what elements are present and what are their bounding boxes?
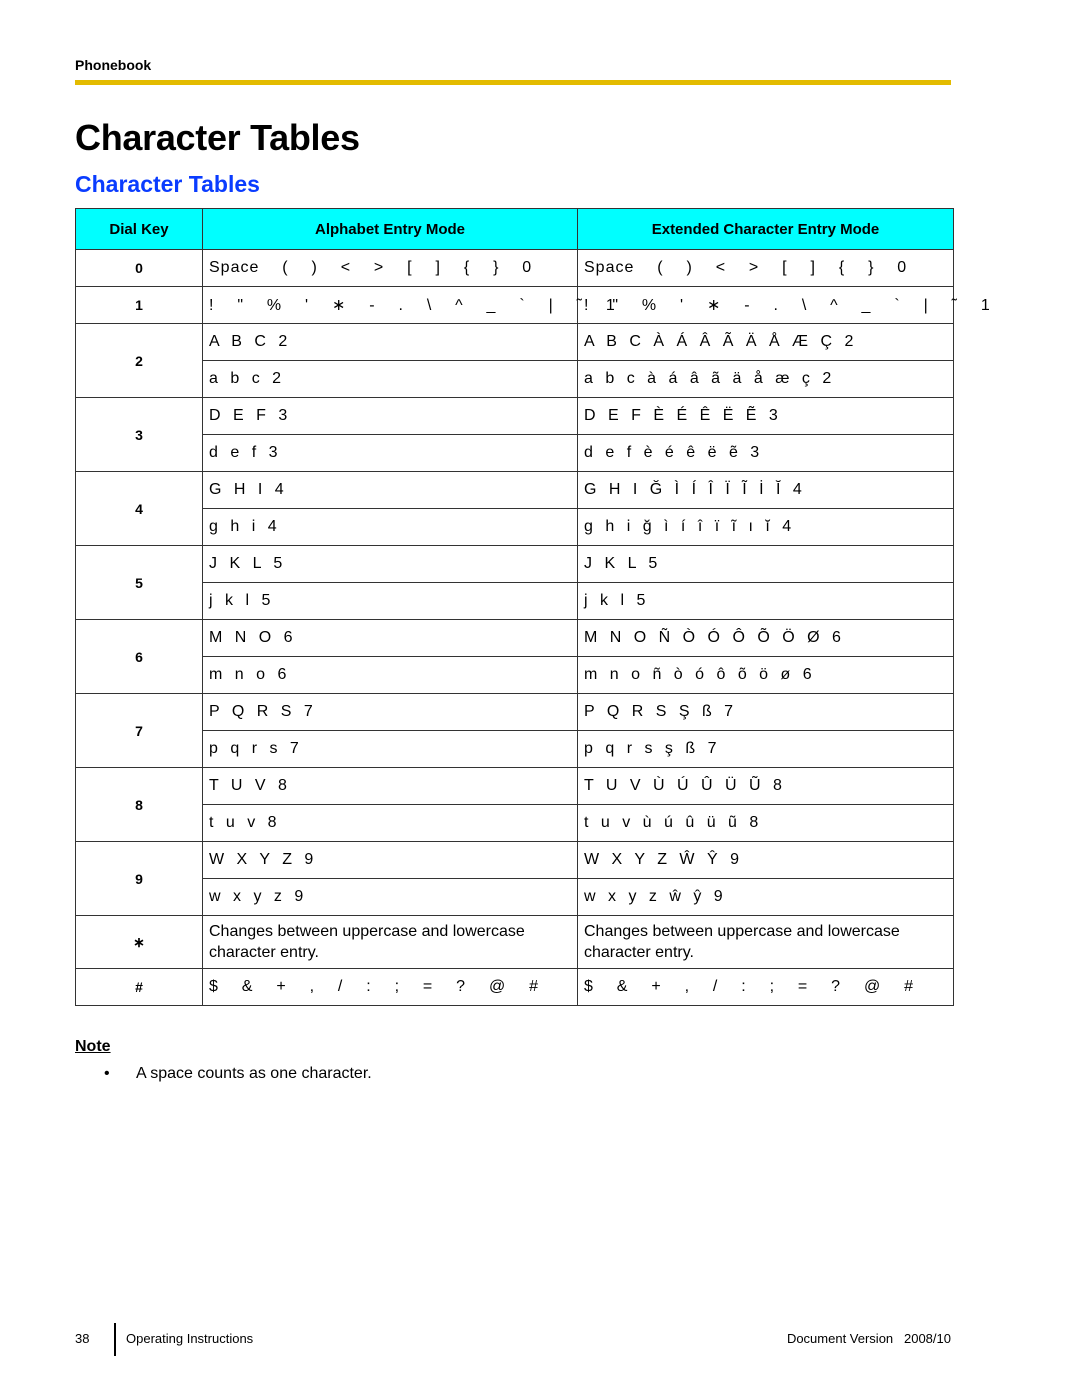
dial-key-cell: 5 [75,545,203,620]
alphabet-mode-cell: d e f 3 [202,434,578,472]
alphabet-mode-cell: p q r s 7 [202,730,578,768]
dial-key-cell: 2 [75,323,203,398]
extended-mode-cell: Space ( ) < > [ ] { } 0 [577,249,954,287]
table-row: 1! " % ' ∗ - . \ ^ _ ` | ˜ 1! " % ' ∗ - … [75,286,990,324]
character-table: Dial Key Alphabet Entry Mode Extended Ch… [75,208,990,1006]
extended-mode-cell: m n o ñ ò ó ô õ ö ø 6 [577,656,954,694]
extended-mode-cell: G H I Ğ Ì Í Î Ï Ĩ İ Ĭ 4 [577,471,954,509]
dial-key-cell: 9 [75,841,203,916]
dial-key-cell: 8 [75,767,203,842]
table-row: 3D E F 3D E F È É Ê Ë Ẽ 3 [75,397,954,472]
extended-mode-cell: A B C À Á Â Ã Ä Å Æ Ç 2 [577,323,954,361]
extended-mode-cell: D E F È É Ê Ë Ẽ 3 [577,397,954,435]
table-row: 9W X Y Z 9W X Y Z Ŵ Ŷ 9 [75,841,954,916]
footer-divider [114,1323,116,1356]
table-row: 8T U V 8T U V Ù Ú Û Ü Ũ 8 [75,767,954,842]
note-item: • A space counts as one character. [104,1065,372,1083]
table-row: 4G H I 4G H I Ğ Ì Í Î Ï Ĩ İ Ĭ 4 [75,471,954,546]
dial-key-cell: ∗ [75,915,203,969]
alphabet-mode-cell: j k l 5 [202,582,578,620]
dial-key-cell: 1 [75,286,203,324]
section-title: Character Tables [75,171,260,197]
table-row: # $ & + , / : ; = ? @ # $ & + , / : ; = ? … [75,968,954,1006]
table-header-row: Dial Key Alphabet Entry Mode Extended Ch… [75,208,954,250]
alphabet-mode-cell: J K L 5 [202,545,578,583]
table-row: g h i 4g h i ğ ì í î ï ĩ ı ĭ 4 [76,508,954,546]
dial-key-cell: 6 [75,619,203,694]
extended-mode-cell: t u v ù ú û ü ũ 8 [577,804,954,842]
bullet-icon: • [104,1065,110,1082]
extended-mode-cell: a b c à á â ã ä å æ ç 2 [577,360,954,398]
table-row: 5J K L 5J K L 5 [75,545,954,620]
table-body: 0 Space ( ) < > [ ] { } 0 Space ( ) < > [ … [75,249,990,1006]
alphabet-mode-cell: Space ( ) < > [ ] { } 0 [202,249,578,287]
running-header-section: Phonebook [75,57,152,73]
extended-mode-cell: j k l 5 [577,582,954,620]
table-row: d e f 3d e f è é ê ë ẽ 3 [76,434,954,472]
column-header-extended-mode: Extended Character Entry Mode [577,208,954,250]
table-row: 7P Q R S 7P Q R S Ş ß 7 [75,693,954,768]
dial-key-cell: 4 [75,471,203,546]
note-list: • A space counts as one character. [104,1065,372,1083]
dial-key-cell: # [75,968,203,1006]
table-row: 6M N O 6M N O Ñ Ò Ó Ô Õ Ö Ø 6 [75,619,954,694]
footer-document-version: Document Version 2008/10 [786,1331,951,1346]
alphabet-mode-cell: w x y z 9 [202,878,578,916]
alphabet-mode-cell: G H I 4 [202,471,578,509]
alphabet-mode-cell: a b c 2 [202,360,578,398]
page-title: Character Tables [75,117,360,158]
table-row: 2A B C 2A B C À Á Â Ã Ä Å Æ Ç 2 [75,323,954,398]
column-header-alphabet-mode: Alphabet Entry Mode [202,208,578,250]
table-row: p q r s 7p q r s ş ß 7 [76,730,954,768]
column-header-dial-key: Dial Key [75,208,203,250]
alphabet-mode-cell: g h i 4 [202,508,578,546]
table-row: m n o 6m n o ñ ò ó ô õ ö ø 6 [76,656,954,694]
table-row: t u v 8t u v ù ú û ü ũ 8 [76,804,954,842]
dial-key-cell: 0 [75,249,203,287]
extended-mode-cell: J K L 5 [577,545,954,583]
extended-mode-cell: P Q R S Ş ß 7 [577,693,954,731]
dial-key-cell: 7 [75,693,203,768]
extended-mode-cell: w x y z ŵ ŷ 9 [577,878,954,916]
alphabet-mode-cell: M N O 6 [202,619,578,657]
table-row: 0 Space ( ) < > [ ] { } 0 Space ( ) < > [ … [75,249,954,287]
note-item-text: A space counts as one character. [136,1065,372,1082]
dial-key-cell: 3 [75,397,203,472]
table-row: w x y z 9w x y z ŵ ŷ 9 [76,878,954,916]
header-divider [75,80,951,85]
extended-mode-cell: W X Y Z Ŵ Ŷ 9 [577,841,954,879]
extended-mode-cell: ! " % ' ∗ - . \ ^ _ ` | ˜ 1 [577,286,990,324]
extended-mode-cell: Changes between uppercase and lowercase … [577,915,954,969]
extended-mode-cell: p q r s ş ß 7 [577,730,954,768]
footer-page-number: 38 [75,1331,90,1346]
alphabet-mode-cell: m n o 6 [202,656,578,694]
alphabet-mode-cell: t u v 8 [202,804,578,842]
alphabet-mode-cell: ! " % ' ∗ - . \ ^ _ ` | ˜ 1 [202,286,615,324]
footer-document-title: Operating Instructions [126,1331,254,1346]
alphabet-mode-cell: W X Y Z 9 [202,841,578,879]
alphabet-mode-cell: $ & + , / : ; = ? @ # [202,968,578,1006]
alphabet-mode-cell: Changes between uppercase and lowercase … [202,915,578,969]
alphabet-mode-cell: A B C 2 [202,323,578,361]
table-row: ∗ Changes between uppercase and lowercase… [75,915,954,969]
extended-mode-cell: g h i ğ ì í î ï ĩ ı ĭ 4 [577,508,954,546]
note-heading: Note [75,1038,111,1055]
table-row: a b c 2a b c à á â ã ä å æ ç 2 [76,360,954,398]
table-row: j k l 5j k l 5 [76,582,954,620]
alphabet-mode-cell: P Q R S 7 [202,693,578,731]
alphabet-mode-cell: T U V 8 [202,767,578,805]
extended-mode-cell: T U V Ù Ú Û Ü Ũ 8 [577,767,954,805]
alphabet-mode-cell: D E F 3 [202,397,578,435]
extended-mode-cell: $ & + , / : ; = ? @ # [577,968,954,1006]
extended-mode-cell: d e f è é ê ë ẽ 3 [577,434,954,472]
extended-mode-cell: M N O Ñ Ò Ó Ô Õ Ö Ø 6 [577,619,954,657]
